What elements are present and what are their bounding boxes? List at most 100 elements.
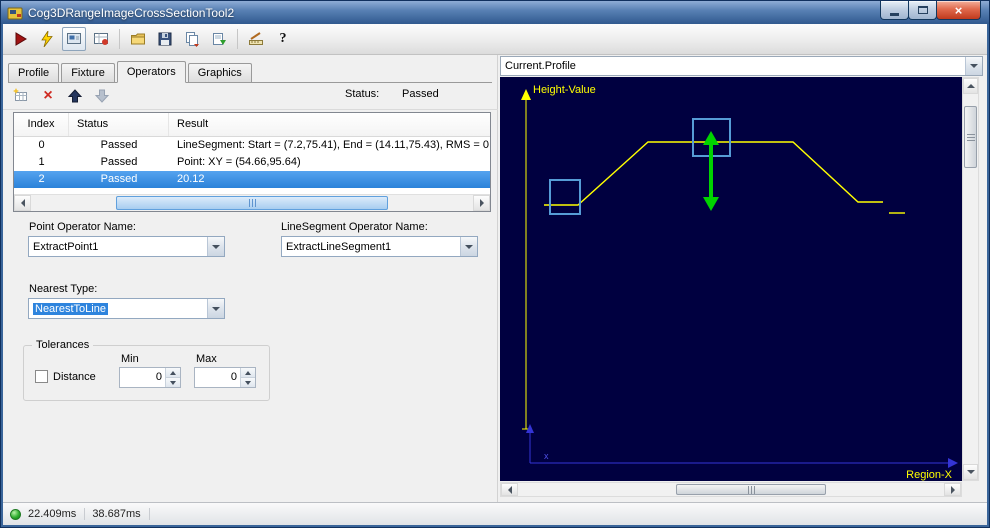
scroll-track[interactable] (963, 94, 978, 464)
scroll-thumb[interactable] (964, 106, 977, 168)
scroll-right-button[interactable] (944, 483, 961, 496)
scroll-thumb[interactable] (676, 484, 826, 495)
x-axis-arrow-icon (948, 458, 958, 468)
run-button[interactable] (8, 27, 32, 51)
chevron-down-icon[interactable] (460, 237, 477, 256)
chevron-down-icon[interactable] (965, 57, 982, 75)
grip-icon (248, 199, 256, 207)
tab-graphics[interactable]: Graphics (187, 63, 252, 82)
measure-tool-button[interactable] (244, 27, 268, 51)
scroll-track[interactable] (31, 195, 473, 211)
image-settings-button[interactable] (89, 27, 113, 51)
toolbar-separator (119, 29, 120, 49)
move-down-button[interactable] (92, 86, 112, 106)
scroll-left-button[interactable] (501, 483, 518, 496)
table-horizontal-scrollbar[interactable] (14, 194, 490, 211)
tab-operators[interactable]: Operators (116, 61, 186, 83)
help-button[interactable]: ? (271, 27, 295, 51)
tab-fixture[interactable]: Fixture (61, 63, 115, 82)
spin-buttons (165, 368, 180, 387)
header-status[interactable]: Status (69, 113, 169, 136)
table-row[interactable]: 1 Passed Point: XY = (54.66,95.64) (14, 154, 490, 171)
app-window: Cog3DRangeImageCrossSectionTool2 × ? Pro… (0, 0, 990, 528)
header-index[interactable]: Index (14, 113, 69, 136)
image-display-button[interactable] (62, 27, 86, 51)
main-toolbar: ? (3, 24, 987, 55)
min-label: Min (121, 353, 139, 365)
tab-strip: Profile Fixture Operators Graphics (8, 60, 492, 83)
chart-horizontal-scrollbar[interactable] (500, 482, 962, 497)
left-region-marker[interactable] (549, 179, 581, 215)
chevron-down-icon[interactable] (207, 237, 224, 256)
nearest-type-label: Nearest Type: (29, 283, 98, 295)
table-row[interactable]: 0 Passed LineSegment: Start = (7.2,75.41… (14, 137, 490, 154)
y-axis-label: Height-Value (533, 84, 596, 96)
image-settings-icon (94, 33, 108, 45)
results-table: Index Status Result 0 Passed LineSegment… (13, 112, 491, 212)
point-operator-select[interactable]: ExtractPoint1 (28, 236, 225, 257)
max-spinner[interactable]: 0 (194, 367, 256, 388)
profile-chart[interactable]: Height-Value Region-X x (500, 77, 962, 481)
scroll-left-button[interactable] (14, 195, 31, 211)
main-area: Profile Fixture Operators Graphics × Sta… (3, 55, 987, 502)
delete-operator-button[interactable]: × (38, 86, 58, 106)
trigger-button[interactable] (35, 27, 59, 51)
open-button[interactable] (126, 27, 150, 51)
minimize-icon (890, 12, 899, 16)
scroll-track[interactable] (518, 483, 944, 496)
total-time: 38.687ms (92, 508, 150, 520)
client-area: ? Profile Fixture Operators Graphics × S… (3, 24, 987, 525)
add-operator-icon (13, 88, 27, 101)
tolerances-group: Tolerances Distance Min Max 0 0 (23, 339, 270, 401)
linesegment-operator-select[interactable]: ExtractLineSegment1 (281, 236, 478, 257)
cell-status: Passed (100, 139, 138, 151)
minimize-button[interactable] (880, 1, 909, 20)
scroll-down-button[interactable] (963, 464, 978, 480)
profile-source-select[interactable]: Current.Profile (500, 56, 983, 76)
arrow-left-icon (20, 199, 25, 207)
tab-profile[interactable]: Profile (8, 63, 60, 82)
grip-icon (747, 485, 755, 494)
close-button[interactable]: × (936, 1, 981, 20)
add-operator-button[interactable] (11, 86, 31, 106)
arrow-up-icon (170, 370, 176, 375)
scroll-up-button[interactable] (963, 78, 978, 94)
scroll-thumb[interactable] (116, 196, 388, 210)
distance-checkbox[interactable] (35, 370, 48, 383)
spin-up-button[interactable] (241, 368, 255, 377)
header-result[interactable]: Result (169, 113, 490, 136)
copy-results-button[interactable] (180, 27, 204, 51)
min-spinner[interactable]: 0 (119, 367, 181, 388)
chevron-down-icon[interactable] (207, 299, 224, 318)
spin-down-button[interactable] (241, 377, 255, 387)
cell-index: 0 (38, 139, 45, 151)
tolerances-group-label: Tolerances (32, 339, 94, 351)
cell-result: Point: XY = (54.66,95.64) (177, 156, 301, 168)
nearest-type-value: NearestToLine (33, 302, 108, 315)
profile-panel: Current.Profile Height-Value Region-X x (498, 55, 987, 502)
chart-vertical-scrollbar[interactable] (962, 77, 979, 481)
table-header: Index Status Result (14, 113, 490, 137)
move-up-icon (67, 89, 83, 103)
spin-up-button[interactable] (166, 368, 180, 377)
spin-down-button[interactable] (166, 377, 180, 387)
tool-icon (7, 7, 23, 19)
paste-results-button[interactable] (207, 27, 231, 51)
nearest-type-select[interactable]: NearestToLine (28, 298, 225, 319)
arrow-down-icon (966, 470, 975, 474)
arrow-down-icon (245, 380, 251, 385)
scroll-right-button[interactable] (473, 195, 490, 211)
arrow-up-icon (245, 370, 251, 375)
execution-time: 22.409ms (28, 508, 86, 520)
maximize-button[interactable] (908, 1, 937, 20)
save-button[interactable] (153, 27, 177, 51)
table-row-selected[interactable]: 2 Passed 20.12 (14, 171, 490, 188)
window-icon[interactable] (7, 5, 23, 21)
point-operator-label: Point Operator Name: (29, 221, 136, 233)
move-up-button[interactable] (65, 86, 85, 106)
separator (3, 109, 498, 110)
min-value: 0 (155, 371, 162, 383)
window-controls: × (880, 1, 981, 20)
arrow-up-icon (966, 84, 975, 88)
maximize-icon (917, 6, 928, 14)
